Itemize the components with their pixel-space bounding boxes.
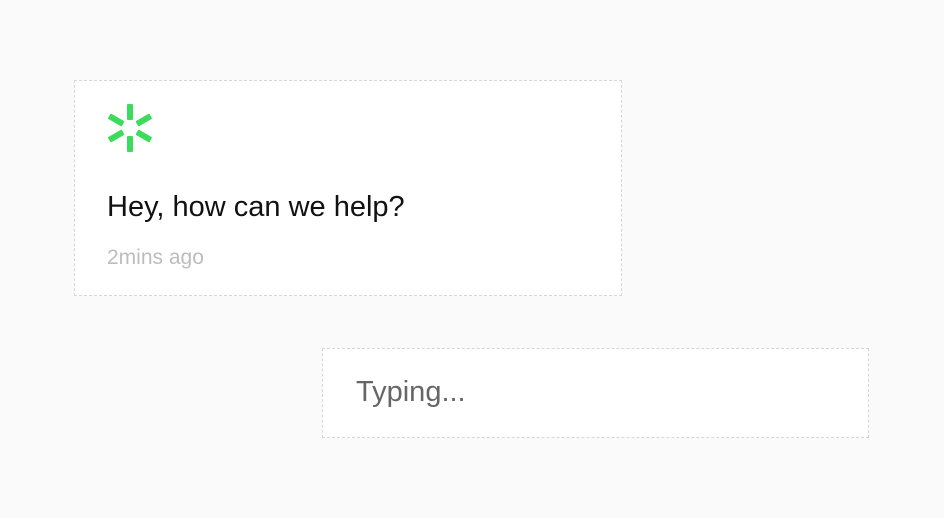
spark-burst-icon bbox=[108, 104, 152, 152]
message-timestamp: 2mins ago bbox=[107, 246, 204, 269]
message-text: Hey, how can we help? bbox=[107, 191, 405, 223]
typing-indicator-text: Typing... bbox=[356, 376, 466, 408]
